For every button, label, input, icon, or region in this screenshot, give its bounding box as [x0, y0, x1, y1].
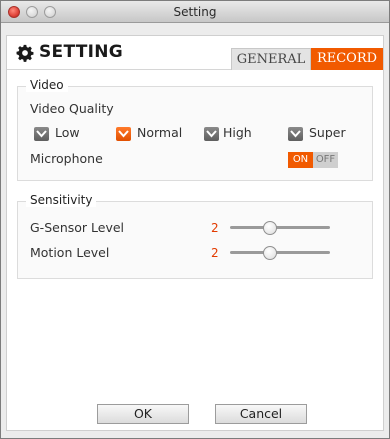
ok-button[interactable]: OK [97, 404, 189, 424]
video-group: Video Video Quality Low Normal High Supe… [17, 78, 373, 181]
checkbox-normal[interactable] [116, 127, 131, 141]
option-label-super[interactable]: Super [309, 125, 346, 140]
chevron-down-icon [290, 130, 301, 138]
chevron-down-icon [36, 130, 47, 138]
cancel-button[interactable]: Cancel [215, 404, 307, 424]
option-label-normal[interactable]: Normal [137, 125, 182, 140]
checkbox-super[interactable] [288, 127, 303, 141]
settings-header: SETTING GENERAL RECORD [7, 36, 383, 70]
tab-record[interactable]: RECORD [311, 48, 383, 70]
motion-slider[interactable] [230, 245, 330, 261]
gear-icon [16, 44, 34, 62]
sensitivity-group: Sensitivity G-Sensor Level 2 Motion Leve… [17, 193, 373, 279]
gsensor-value: 2 [211, 221, 219, 235]
settings-window: Setting SETTING GENERAL RECORD Video Vid… [0, 0, 390, 439]
checkbox-low[interactable] [34, 127, 49, 141]
window-title: Setting [173, 5, 217, 19]
microphone-on[interactable]: ON [288, 152, 313, 168]
gsensor-slider-knob[interactable] [263, 221, 277, 235]
microphone-off[interactable]: OFF [313, 152, 338, 168]
motion-value: 2 [211, 246, 219, 260]
title-bar: Setting [1, 1, 389, 23]
motion-label: Motion Level [30, 245, 110, 260]
gsensor-label: G-Sensor Level [30, 220, 125, 235]
video-legend: Video [26, 78, 68, 92]
motion-slider-track[interactable] [230, 251, 330, 254]
motion-slider-knob[interactable] [263, 246, 277, 260]
sensitivity-legend: Sensitivity [26, 193, 97, 207]
microphone-label: Microphone [30, 151, 103, 166]
microphone-toggle[interactable]: ON OFF [288, 152, 338, 168]
settings-panel: SETTING GENERAL RECORD Video Video Quali… [6, 35, 384, 431]
chevron-down-icon [118, 130, 129, 138]
option-label-high[interactable]: High [223, 125, 252, 140]
gsensor-slider[interactable] [230, 220, 330, 236]
video-quality-label: Video Quality [30, 101, 114, 116]
checkbox-high[interactable] [204, 127, 219, 141]
chevron-down-icon [206, 130, 217, 138]
gsensor-slider-track[interactable] [230, 226, 330, 229]
page-title: SETTING [39, 42, 124, 62]
option-label-low[interactable]: Low [55, 125, 80, 140]
tab-general[interactable]: GENERAL [231, 48, 311, 70]
